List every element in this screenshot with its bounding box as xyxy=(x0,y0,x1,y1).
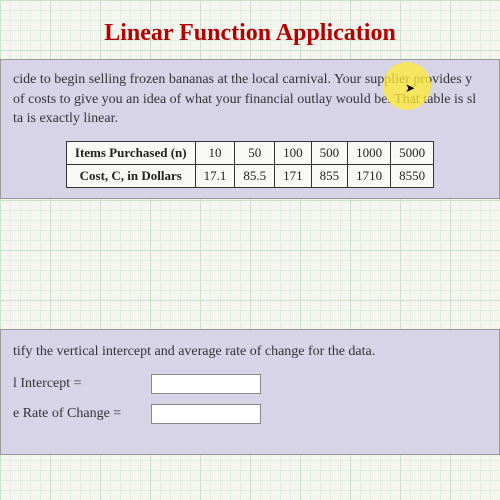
cell: 1000 xyxy=(348,141,391,164)
cell: 500 xyxy=(311,141,348,164)
rate-label: e Rate of Change = xyxy=(13,406,143,422)
intercept-label: l Intercept = xyxy=(13,376,143,392)
data-table: Items Purchased (n) 10 50 100 500 1000 5… xyxy=(66,141,434,188)
problem-box: cide to begin selling frozen bananas at … xyxy=(0,59,500,199)
field-row-rate: e Rate of Change = xyxy=(13,404,487,424)
cell: 85.5 xyxy=(235,164,275,187)
row-header-cost: Cost, C, in Dollars xyxy=(66,164,195,187)
data-table-wrap: Items Purchased (n) 10 50 100 500 1000 5… xyxy=(13,141,487,188)
cell: 100 xyxy=(275,141,312,164)
cell: 50 xyxy=(235,141,275,164)
rate-input[interactable] xyxy=(151,404,261,424)
cell: 17.1 xyxy=(195,164,235,187)
cell: 855 xyxy=(311,164,348,187)
intercept-input[interactable] xyxy=(151,374,261,394)
row-header-items: Items Purchased (n) xyxy=(66,141,195,164)
cell: 10 xyxy=(195,141,235,164)
problem-text: cide to begin selling frozen bananas at … xyxy=(13,70,487,129)
page-title: Linear Function Application xyxy=(0,0,500,59)
middle-gap xyxy=(0,199,500,329)
table-row: Cost, C, in Dollars 17.1 85.5 171 855 17… xyxy=(66,164,433,187)
table-row: Items Purchased (n) 10 50 100 500 1000 5… xyxy=(66,141,433,164)
cell: 1710 xyxy=(348,164,391,187)
cell: 8550 xyxy=(391,164,434,187)
page-content: Linear Function Application cide to begi… xyxy=(0,0,500,455)
answer-instruction: tify the vertical intercept and average … xyxy=(13,344,487,360)
problem-text-content: cide to begin selling frozen bananas at … xyxy=(13,72,476,126)
cell: 5000 xyxy=(391,141,434,164)
field-row-intercept: l Intercept = xyxy=(13,374,487,394)
cell: 171 xyxy=(275,164,312,187)
answer-box: tify the vertical intercept and average … xyxy=(0,329,500,455)
